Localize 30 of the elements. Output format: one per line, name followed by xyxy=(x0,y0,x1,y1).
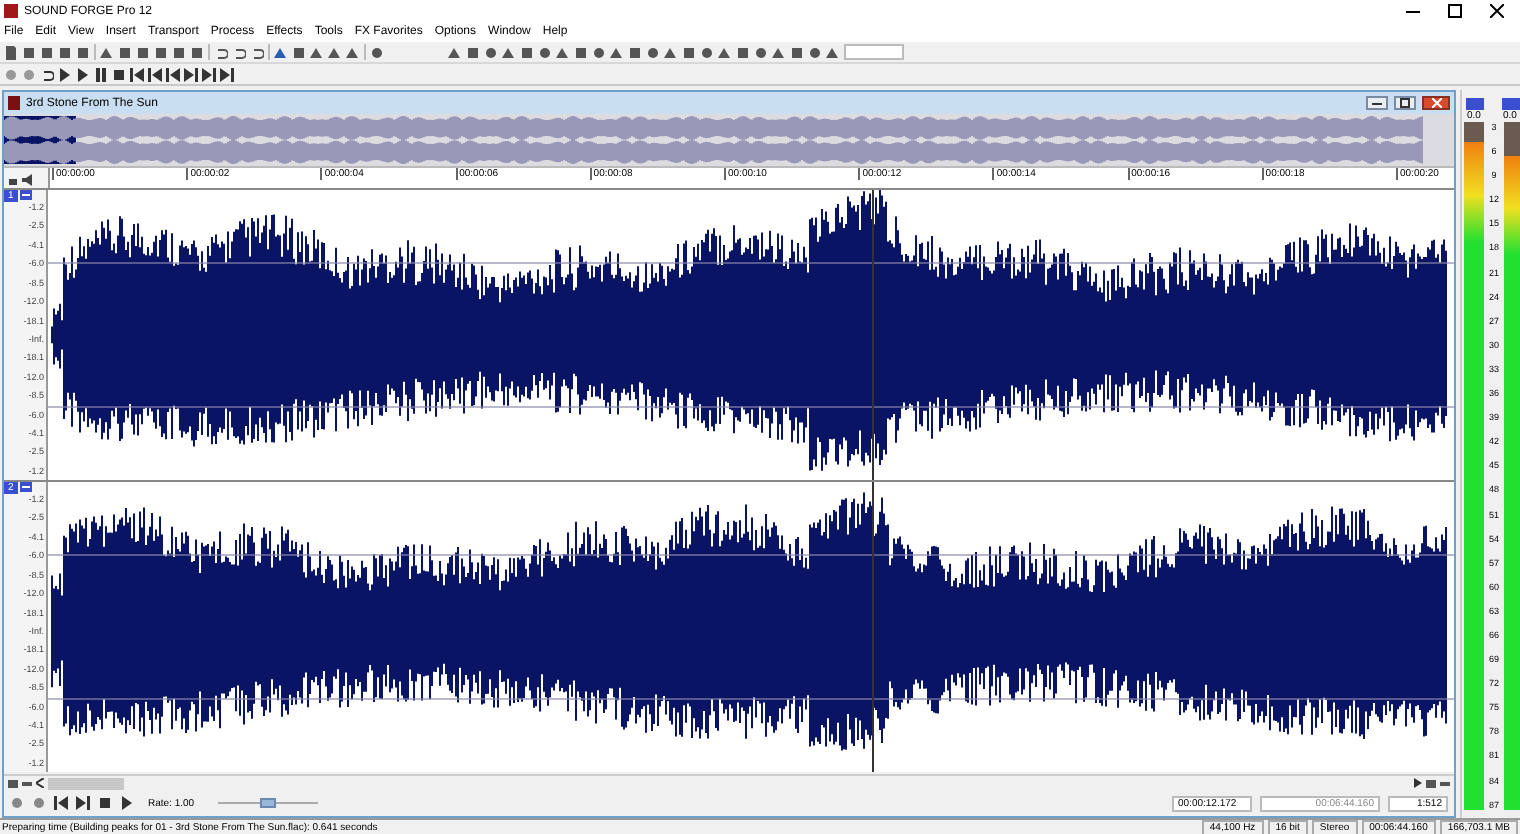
pause-icon[interactable] xyxy=(94,67,108,81)
forward-icon[interactable] xyxy=(184,67,198,81)
app-logo-icon xyxy=(4,4,18,18)
stop-icon[interactable] xyxy=(98,796,112,810)
play-all-icon[interactable] xyxy=(58,67,72,81)
speaker-icon[interactable] xyxy=(22,173,34,185)
play-icon[interactable] xyxy=(120,796,134,810)
audio-file-icon xyxy=(8,96,20,110)
go-to-end-icon[interactable] xyxy=(220,67,234,81)
close-icon xyxy=(1431,98,1441,108)
close-button[interactable] xyxy=(1422,96,1450,110)
scroll-right-icon[interactable] xyxy=(1414,778,1422,788)
minimize-icon xyxy=(1372,100,1382,106)
play-icon[interactable] xyxy=(76,67,90,81)
restore-button[interactable] xyxy=(1394,96,1416,110)
scroll-left-icon[interactable] xyxy=(36,778,44,788)
rewind-icon[interactable] xyxy=(148,67,162,81)
forward-icon[interactable] xyxy=(202,67,216,81)
toolbar-field[interactable] xyxy=(844,44,904,60)
go-to-start-icon[interactable] xyxy=(130,67,144,81)
close-icon[interactable] xyxy=(1490,4,1504,18)
rewind-icon[interactable] xyxy=(166,67,180,81)
go-to-start-icon[interactable] xyxy=(54,796,68,810)
scrollbar-thumb[interactable] xyxy=(48,777,124,789)
minimize-button[interactable] xyxy=(1366,96,1388,110)
stop-icon[interactable] xyxy=(112,67,126,81)
restore-icon xyxy=(1400,98,1410,108)
go-to-end-icon[interactable] xyxy=(76,796,90,810)
maximize-icon[interactable] xyxy=(1448,4,1462,18)
slider-thumb[interactable] xyxy=(260,798,277,808)
